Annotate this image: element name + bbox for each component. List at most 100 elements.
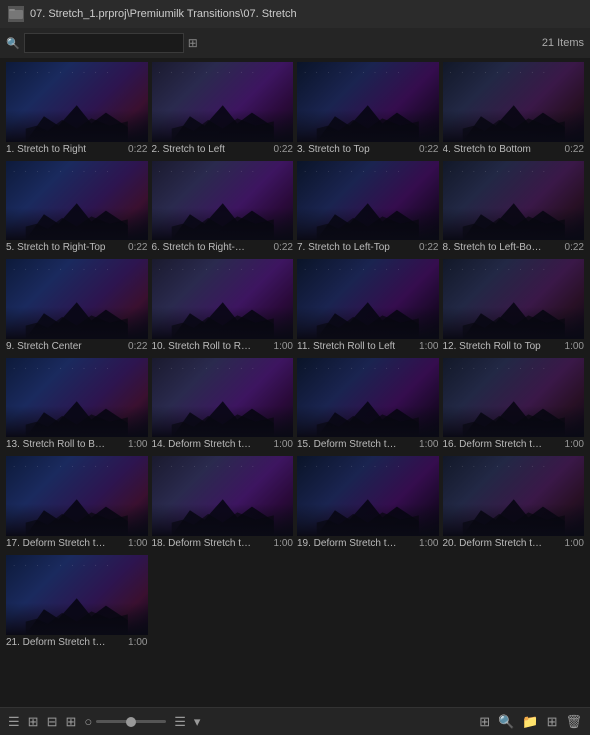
item-duration: 1:00 bbox=[565, 341, 584, 352]
icon-search2[interactable]: 🔍 bbox=[498, 714, 514, 730]
item-duration: 0:22 bbox=[128, 242, 147, 253]
item-duration: 1:00 bbox=[565, 439, 584, 450]
thumbnail bbox=[152, 259, 294, 339]
grid-item[interactable]: 10. Stretch Roll to Right 1:00 bbox=[152, 259, 294, 354]
folder-icon bbox=[8, 6, 24, 22]
icon-sort[interactable]: ⊞ bbox=[65, 714, 76, 730]
grid-item[interactable]: 3. Stretch to Top 0:22 bbox=[297, 62, 439, 157]
grid-item[interactable]: 20. Deform Stretch to ... 1:00 bbox=[443, 456, 585, 551]
thumbnail bbox=[297, 62, 439, 142]
thumbnail bbox=[443, 62, 585, 142]
grid-item[interactable]: 9. Stretch Center 0:22 bbox=[6, 259, 148, 354]
grid-item[interactable]: 11. Stretch Roll to Left 1:00 bbox=[297, 259, 439, 354]
icon-new-item[interactable]: ⊞ bbox=[547, 714, 558, 730]
grid-item[interactable]: 2. Stretch to Left 0:22 bbox=[152, 62, 294, 157]
item-name: 13. Stretch Roll to Bot... bbox=[6, 439, 106, 450]
item-label: 4. Stretch to Bottom 0:22 bbox=[443, 142, 585, 157]
item-label: 21. Deform Stretch to... 1:00 bbox=[6, 635, 148, 650]
grid-item[interactable]: 17. Deform Stretch to... 1:00 bbox=[6, 456, 148, 551]
item-name: 16. Deform Stretch to ... bbox=[443, 439, 543, 450]
item-name: 11. Stretch Roll to Left bbox=[297, 341, 395, 352]
item-label: 10. Stretch Roll to Right 1:00 bbox=[152, 339, 294, 354]
item-duration: 1:00 bbox=[128, 439, 147, 450]
grid-item[interactable]: 4. Stretch to Bottom 0:22 bbox=[443, 62, 585, 157]
item-name: 17. Deform Stretch to... bbox=[6, 538, 106, 549]
item-label: 9. Stretch Center 0:22 bbox=[6, 339, 148, 354]
item-label: 15. Deform Stretch to ... 1:00 bbox=[297, 437, 439, 452]
item-label: 5. Stretch to Right-Top 0:22 bbox=[6, 240, 148, 255]
thumbnail bbox=[297, 161, 439, 241]
media-grid-container: 1. Stretch to Right 0:22 2. Stretch to L… bbox=[0, 58, 590, 707]
grid-item[interactable]: 5. Stretch to Right-Top 0:22 bbox=[6, 161, 148, 256]
media-grid: 1. Stretch to Right 0:22 2. Stretch to L… bbox=[6, 62, 584, 650]
thumbnail bbox=[443, 456, 585, 536]
item-name: 5. Stretch to Right-Top bbox=[6, 242, 106, 253]
item-duration: 1:00 bbox=[128, 538, 147, 549]
icon-view-options[interactable]: ⊞ bbox=[479, 714, 490, 730]
item-name: 10. Stretch Roll to Right bbox=[152, 341, 252, 352]
item-name: 21. Deform Stretch to... bbox=[6, 637, 106, 648]
grid-item[interactable]: 16. Deform Stretch to ... 1:00 bbox=[443, 358, 585, 453]
item-duration: 0:22 bbox=[419, 144, 438, 155]
grid-item[interactable]: 13. Stretch Roll to Bot... 1:00 bbox=[6, 358, 148, 453]
item-name: 15. Deform Stretch to ... bbox=[297, 439, 397, 450]
icon-list-view[interactable]: ☰ bbox=[8, 714, 20, 730]
search-input[interactable] bbox=[29, 37, 169, 49]
search-area: 🔍 ⊞ bbox=[6, 33, 198, 53]
grid-item[interactable]: 8. Stretch to Left-Bott... 0:22 bbox=[443, 161, 585, 256]
grid-item[interactable]: 14. Deform Stretch to... 1:00 bbox=[152, 358, 294, 453]
item-label: 2. Stretch to Left 0:22 bbox=[152, 142, 294, 157]
item-name: 1. Stretch to Right bbox=[6, 144, 86, 155]
thumbnail bbox=[6, 161, 148, 241]
toolbar-right: ⊞ 🔍 📁 ⊞ 🗑 bbox=[479, 714, 582, 730]
item-label: 13. Stretch Roll to Bot... 1:00 bbox=[6, 437, 148, 452]
icon-grid-view[interactable]: ⊞ bbox=[28, 714, 39, 730]
zoom-circle-icon: ○ bbox=[84, 714, 92, 729]
thumbnail bbox=[297, 456, 439, 536]
icon-folder[interactable]: 📁 bbox=[522, 714, 538, 730]
item-duration: 0:22 bbox=[565, 242, 584, 253]
item-label: 19. Deform Stretch to ... 1:00 bbox=[297, 536, 439, 551]
item-name: 7. Stretch to Left-Top bbox=[297, 242, 390, 253]
grid-item[interactable]: 15. Deform Stretch to ... 1:00 bbox=[297, 358, 439, 453]
bottom-toolbar: ☰ ⊞ ⊟ ⊞ ○ ☰ ▾ ⊞ 🔍 📁 ⊞ 🗑 bbox=[0, 707, 590, 735]
item-duration: 1:00 bbox=[419, 538, 438, 549]
item-duration: 0:22 bbox=[274, 242, 293, 253]
grid-item[interactable]: 21. Deform Stretch to... 1:00 bbox=[6, 555, 148, 650]
item-label: 17. Deform Stretch to... 1:00 bbox=[6, 536, 148, 551]
grid-item[interactable]: 1. Stretch to Right 0:22 bbox=[6, 62, 148, 157]
item-label: 7. Stretch to Left-Top 0:22 bbox=[297, 240, 439, 255]
item-name: 3. Stretch to Top bbox=[297, 144, 370, 155]
grid-item[interactable]: 7. Stretch to Left-Top 0:22 bbox=[297, 161, 439, 256]
item-duration: 0:22 bbox=[565, 144, 584, 155]
item-name: 8. Stretch to Left-Bott... bbox=[443, 242, 543, 253]
thumbnail bbox=[443, 358, 585, 438]
thumbnail bbox=[152, 161, 294, 241]
item-name: 18. Deform Stretch to... bbox=[152, 538, 252, 549]
item-label: 6. Stretch to Right-Bot... 0:22 bbox=[152, 240, 294, 255]
grid-item[interactable]: 6. Stretch to Right-Bot... 0:22 bbox=[152, 161, 294, 256]
search-input-wrap[interactable] bbox=[24, 33, 184, 53]
item-name: 6. Stretch to Right-Bot... bbox=[152, 242, 252, 253]
thumbnail bbox=[6, 259, 148, 339]
grid-item[interactable]: 19. Deform Stretch to ... 1:00 bbox=[297, 456, 439, 551]
grid-item[interactable]: 18. Deform Stretch to... 1:00 bbox=[152, 456, 294, 551]
item-duration: 1:00 bbox=[419, 439, 438, 450]
item-duration: 1:00 bbox=[274, 538, 293, 549]
item-label: 14. Deform Stretch to... 1:00 bbox=[152, 437, 294, 452]
zoom-slider[interactable] bbox=[96, 720, 166, 723]
item-duration: 0:22 bbox=[128, 144, 147, 155]
grid-item[interactable]: 12. Stretch Roll to Top 1:00 bbox=[443, 259, 585, 354]
filter-icon[interactable]: ⊞ bbox=[188, 36, 198, 50]
titlebar: 07. Stretch_1.prproj\Premiumilk Transiti… bbox=[0, 0, 590, 28]
icon-dropdown[interactable]: ▾ bbox=[194, 714, 201, 730]
icon-freeform-view[interactable]: ⊟ bbox=[47, 714, 58, 730]
icon-menu[interactable]: ☰ bbox=[174, 714, 186, 730]
item-label: 11. Stretch Roll to Left 1:00 bbox=[297, 339, 439, 354]
icon-trash[interactable]: 🗑 bbox=[565, 714, 582, 730]
thumbnail bbox=[152, 62, 294, 142]
thumbnail bbox=[6, 62, 148, 142]
item-duration: 1:00 bbox=[565, 538, 584, 549]
item-label: 18. Deform Stretch to... 1:00 bbox=[152, 536, 294, 551]
thumbnail bbox=[152, 456, 294, 536]
